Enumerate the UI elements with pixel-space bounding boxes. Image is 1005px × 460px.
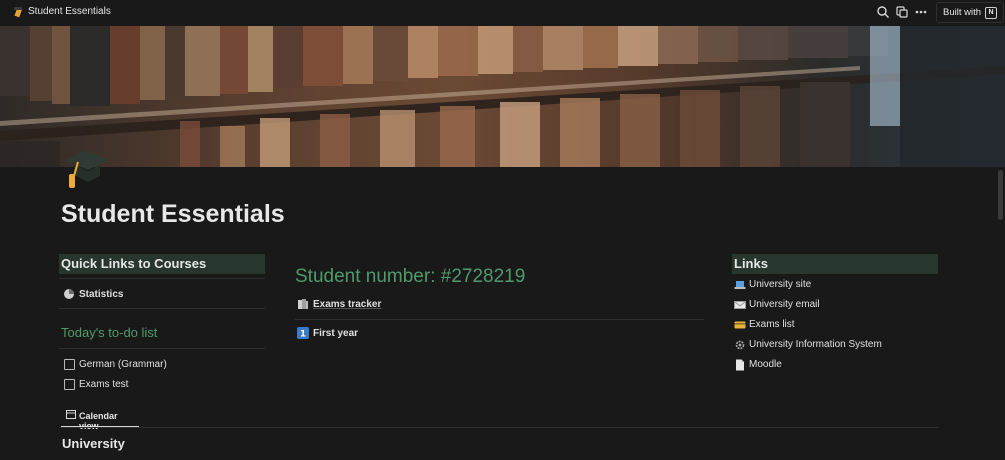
todo-checkbox[interactable] bbox=[64, 379, 75, 390]
tab-calendar-view-label: Calendar view bbox=[79, 411, 118, 431]
calendar-icon bbox=[66, 410, 76, 419]
course-link-statistics[interactable]: Statistics bbox=[79, 289, 123, 300]
divider bbox=[59, 278, 265, 279]
quick-links-header-text: Quick Links to Courses bbox=[61, 256, 207, 271]
tab-calendar-view[interactable]: Calendar view bbox=[61, 407, 139, 431]
built-with-label: Built with bbox=[943, 7, 982, 18]
page-icon bbox=[14, 7, 23, 18]
graduation-cap-icon[interactable] bbox=[62, 146, 110, 192]
books-icon bbox=[298, 299, 308, 309]
database-title[interactable]: University bbox=[62, 436, 125, 451]
link-exams-list[interactable]: Exams list bbox=[749, 319, 795, 330]
first-year-link[interactable]: First year bbox=[313, 328, 358, 339]
cover-image[interactable] bbox=[0, 26, 1005, 167]
notion-logo-icon: N bbox=[985, 6, 998, 19]
svg-text:1: 1 bbox=[300, 330, 306, 340]
views-divider bbox=[59, 427, 939, 428]
envelope-icon bbox=[734, 301, 746, 309]
credit-card-icon bbox=[734, 321, 746, 329]
divider bbox=[295, 319, 704, 320]
todo-checkbox[interactable] bbox=[64, 359, 75, 370]
links-header: Links bbox=[732, 254, 938, 274]
search-icon[interactable] bbox=[876, 5, 890, 19]
gear-icon bbox=[735, 340, 745, 350]
scrollbar-thumb[interactable] bbox=[998, 170, 1003, 220]
laptop-icon bbox=[734, 281, 746, 289]
number-one-icon: 1 bbox=[297, 327, 309, 339]
more-icon[interactable] bbox=[914, 5, 928, 19]
divider bbox=[59, 348, 265, 349]
exams-tracker-link[interactable]: Exams tracker bbox=[313, 299, 381, 310]
page-icon bbox=[736, 359, 744, 371]
todo-item-label[interactable]: German (Grammar) bbox=[79, 359, 167, 370]
student-number-heading: Student number: #2728219 bbox=[295, 266, 526, 287]
top-bar: Student Essentials Built with N bbox=[0, 0, 1005, 25]
todo-list-heading: Today's to-do list bbox=[61, 325, 158, 340]
bookshelf-illustration bbox=[0, 26, 1005, 167]
duplicate-icon[interactable] bbox=[895, 5, 909, 19]
link-moodle[interactable]: Moodle bbox=[749, 359, 782, 370]
link-university-email[interactable]: University email bbox=[749, 299, 820, 310]
breadcrumb-page-title[interactable]: Student Essentials bbox=[28, 6, 111, 17]
page-title: Student Essentials bbox=[61, 200, 285, 228]
todo-item-label[interactable]: Exams test bbox=[79, 379, 128, 390]
divider bbox=[59, 308, 265, 309]
quick-links-header: Quick Links to Courses bbox=[59, 254, 265, 274]
pie-chart-icon bbox=[64, 289, 74, 299]
links-header-text: Links bbox=[734, 256, 768, 271]
link-university-site[interactable]: University site bbox=[749, 279, 811, 290]
built-with-notion-button[interactable]: Built with N bbox=[936, 2, 1005, 23]
link-university-information-system[interactable]: University Information System bbox=[749, 339, 882, 350]
